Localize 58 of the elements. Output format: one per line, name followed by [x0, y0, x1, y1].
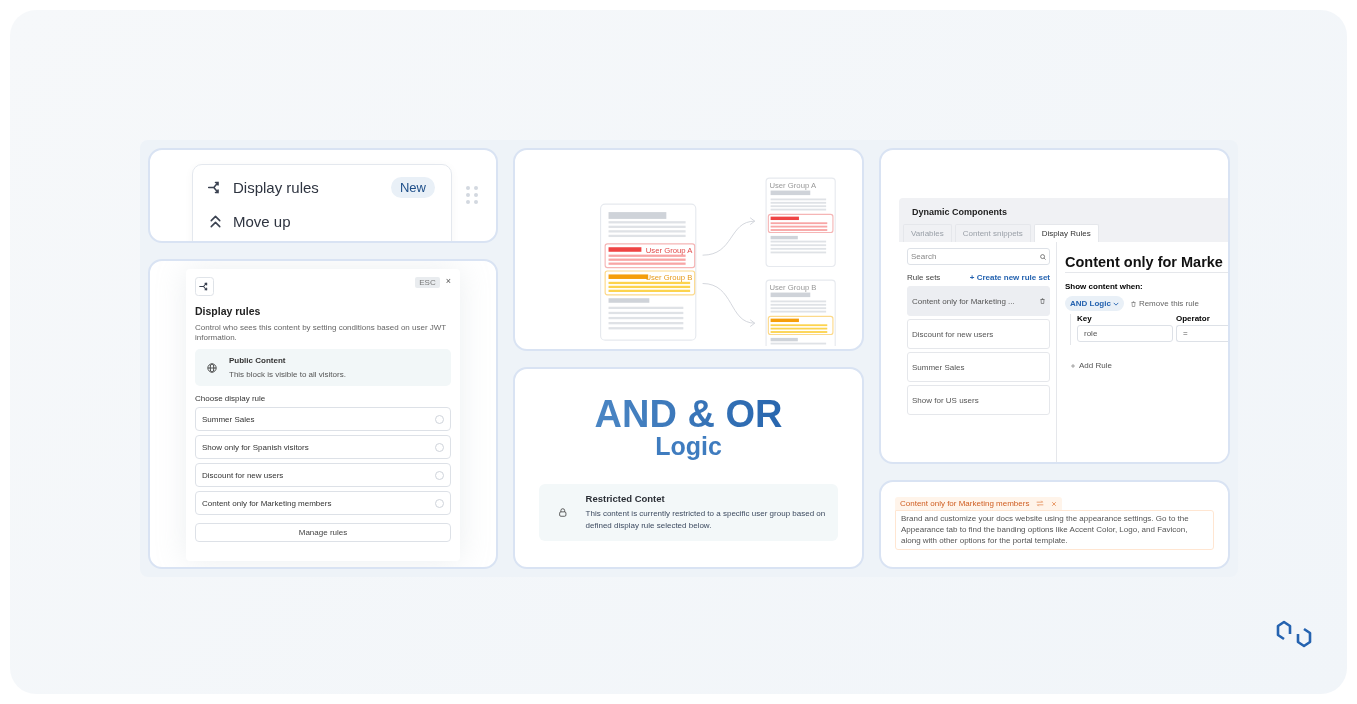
- rule-set-item[interactable]: Show for US users: [907, 385, 1050, 415]
- rule-sets-label: Rule sets: [907, 273, 941, 282]
- plus-icon: [1071, 363, 1075, 368]
- tagged-paragraph: Brand and customize your docs website using the appearance settings. Go to the Appearance tab to find the banding options like Accent Color, Logo, and Favicon, along with other options for the portal template.: [895, 510, 1214, 550]
- esc-key-hint: ESC: [415, 277, 440, 288]
- rule-set-item[interactable]: Summer Sales: [907, 352, 1050, 382]
- search-field[interactable]: Search: [907, 248, 1050, 265]
- logic-subheadline: Logic: [655, 433, 722, 461]
- operator-label: Operator: [1176, 314, 1211, 323]
- dialog-title: Display rules: [195, 305, 262, 317]
- lock-icon: [559, 505, 567, 519]
- trash-icon: [1130, 300, 1136, 307]
- globe-icon: [207, 362, 217, 373]
- group-label: User Group B: [644, 273, 692, 283]
- double-chevron-up-icon: [207, 213, 224, 230]
- trash-icon[interactable]: [1040, 298, 1045, 304]
- notice-text: This content is currently restricted to a specific user group based on defined display rule selected below.: [585, 507, 827, 532]
- curved-arrow: [701, 283, 755, 328]
- hexagon-logo-icon: [1276, 619, 1312, 649]
- show-content-label: Show content when:: [1065, 282, 1144, 291]
- public-content-title: Public Content: [229, 356, 287, 365]
- close-button[interactable]: ×: [445, 277, 451, 286]
- rule-option[interactable]: Summer Sales: [195, 407, 451, 431]
- choose-rule-label: Choose display rule: [195, 394, 267, 403]
- rule-set-item[interactable]: Discount for new users: [907, 319, 1050, 349]
- menu-item[interactable]: Display rules New: [207, 175, 435, 200]
- search-icon: [1040, 253, 1046, 260]
- rule-option[interactable]: Discount for new users: [195, 463, 451, 487]
- dialog-description: Control who sees this content by setting conditions based on user JWT information.: [195, 323, 448, 343]
- notice-title: Restricted Contet: [585, 492, 666, 504]
- close-icon[interactable]: [1051, 500, 1058, 507]
- tab[interactable]: Display Rules: [1033, 224, 1099, 242]
- rule-option[interactable]: Content only for Marketing members: [195, 491, 451, 515]
- curved-arrow: [701, 217, 755, 256]
- target-document-drawing: [765, 279, 836, 346]
- group-label: User Group B: [768, 283, 816, 293]
- manage-rules-button[interactable]: Manage rules: [195, 523, 451, 542]
- window-title: Dynamic Components: [912, 207, 1008, 217]
- rule-set-heading: Content only for Marke: [1065, 254, 1228, 273]
- new-badge: New: [391, 177, 435, 198]
- create-rule-set-link[interactable]: + Create new rule set: [969, 273, 1050, 282]
- logic-dropdown[interactable]: AND Logic: [1065, 296, 1124, 311]
- add-rule-button[interactable]: Add Rule: [1071, 361, 1112, 370]
- operator-field[interactable]: =: [1176, 325, 1228, 342]
- chevron-down-icon: [1112, 301, 1119, 306]
- drag-handle-icon[interactable]: [466, 186, 478, 204]
- key-field[interactable]: role: [1077, 325, 1173, 342]
- search-input[interactable]: Search: [911, 252, 1021, 261]
- rule-option[interactable]: Show only for Spanish visitors: [195, 435, 451, 459]
- swap-arrows-icon[interactable]: [1036, 500, 1045, 507]
- remove-rule-button[interactable]: Remove this rule: [1130, 299, 1199, 308]
- menu-item[interactable]: Move up: [207, 209, 435, 234]
- key-label: Key: [1077, 314, 1093, 323]
- tag-label: Content only for Marketing members: [900, 499, 1030, 508]
- public-content-text: This block is visible to all visitors.: [229, 370, 346, 379]
- group-label: User Group A: [768, 181, 816, 191]
- rule-set-item[interactable]: Content only for Marketing ...: [907, 286, 1050, 316]
- group-label: User Group A: [645, 245, 692, 255]
